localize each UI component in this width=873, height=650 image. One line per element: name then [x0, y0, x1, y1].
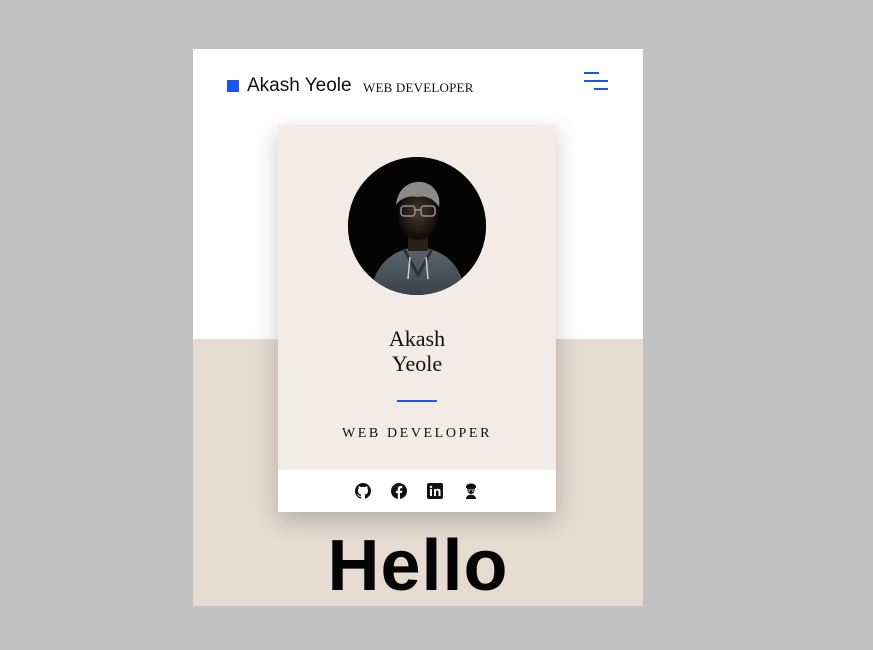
profile-photo — [348, 157, 486, 295]
menu-button[interactable] — [581, 69, 611, 95]
card-divider — [397, 400, 437, 402]
brand-square-icon — [227, 80, 239, 92]
facebook-link[interactable] — [390, 482, 408, 500]
linkedin-icon — [427, 483, 443, 499]
social-links — [278, 470, 556, 512]
card-role: WEB DEVELOPER — [341, 426, 493, 441]
codechef-icon — [466, 483, 476, 499]
avatar — [348, 157, 486, 295]
card-first-name: Akash — [388, 326, 446, 351]
github-icon — [355, 483, 371, 499]
card-last-name: Yeole — [391, 351, 443, 376]
github-link[interactable] — [354, 482, 372, 500]
brand-name[interactable]: Akash Yeole — [247, 76, 352, 96]
brand-role: WEB DEVELOPER — [363, 80, 474, 95]
linkedin-link[interactable] — [426, 482, 444, 500]
codechef-link[interactable] — [462, 482, 480, 500]
hero-heading: Hello — [327, 526, 509, 606]
menu-lines-icon — [584, 72, 608, 90]
page-viewport: Akash Yeole WEB DEVELOPER Akash Yeole WE… — [193, 49, 643, 606]
facebook-icon — [391, 483, 407, 499]
site-header: Akash Yeole WEB DEVELOPER — [193, 49, 643, 125]
card-name: Akash Yeole — [278, 326, 556, 376]
profile-card: Akash Yeole WEB DEVELOPER — [278, 125, 556, 512]
